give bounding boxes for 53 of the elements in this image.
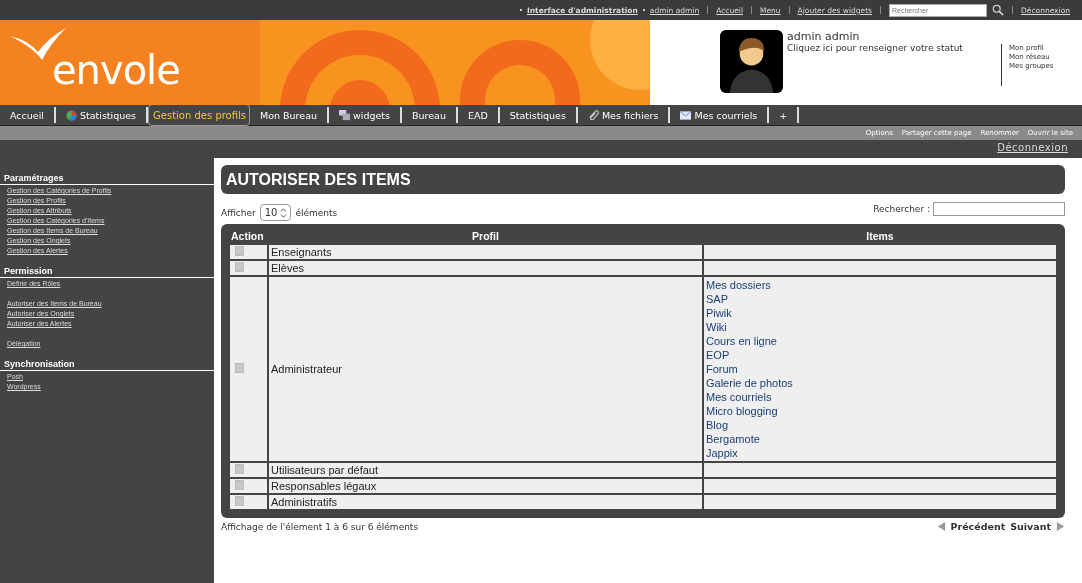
nav-tab[interactable]: Mes courriels bbox=[670, 107, 770, 123]
item-text: Blog bbox=[706, 418, 730, 432]
nav-tab[interactable]: Statistiques bbox=[499, 107, 578, 123]
item-text: Jappix bbox=[706, 446, 739, 460]
table-cell: Administrateur bbox=[268, 276, 703, 462]
nav-tab[interactable]: Mes fichiers bbox=[577, 107, 671, 123]
avatar-icon bbox=[720, 30, 783, 93]
nav-tab[interactable]: EAD bbox=[457, 107, 500, 123]
nav-tab[interactable]: + bbox=[769, 107, 800, 123]
status-link[interactable]: Cliquez ici pour renseigner votre statut bbox=[787, 43, 997, 53]
spinner-icon bbox=[280, 207, 288, 218]
item-text: Galerie de photos bbox=[706, 376, 794, 390]
envelope-icon bbox=[680, 109, 692, 121]
nav-tab[interactable]: widgets bbox=[329, 107, 402, 123]
next-icon[interactable] bbox=[1056, 522, 1065, 531]
user-name: admin admin bbox=[787, 30, 861, 43]
previous-icon[interactable] bbox=[936, 522, 946, 531]
nav-tab[interactable]: Bureau bbox=[402, 107, 458, 123]
previous-link[interactable]: Précédent bbox=[950, 521, 1006, 532]
pie-chart-icon bbox=[65, 109, 77, 121]
page-title: AUTORISER DES ITEMS bbox=[221, 165, 1065, 194]
item-text: EOP bbox=[706, 348, 731, 362]
item-text: Micro blogging bbox=[706, 404, 779, 418]
page-size-select[interactable]: 10 bbox=[259, 204, 292, 221]
column-header: Profil bbox=[471, 230, 500, 244]
length-label: éléments bbox=[295, 207, 338, 218]
item-text: SAP bbox=[706, 292, 729, 306]
sidebar-heading: Permission bbox=[0, 266, 214, 278]
nav-tab[interactable]: Mon Bureau bbox=[250, 107, 329, 123]
item-text: Mes courriels bbox=[706, 390, 773, 404]
table-info: Affichage de l'élement 1 à 6 sur 6 éléments bbox=[221, 521, 419, 532]
sidebar-heading: Synchronisation bbox=[0, 359, 214, 371]
item-text: Mes dossiers bbox=[706, 278, 772, 292]
paperclip-icon bbox=[587, 109, 599, 121]
search-icon[interactable] bbox=[992, 4, 1005, 16]
item-text: Piwik bbox=[706, 306, 733, 320]
nav-tab[interactable]: Accueil bbox=[0, 107, 56, 123]
item-text: Wiki bbox=[706, 320, 728, 334]
windows-icon bbox=[339, 109, 350, 121]
length-label: Afficher bbox=[221, 207, 256, 218]
sidebar-heading: Paramétrages bbox=[0, 173, 214, 185]
edit-icon[interactable] bbox=[235, 363, 244, 373]
column-header: Items bbox=[865, 230, 895, 244]
column-header: Action bbox=[230, 230, 265, 244]
logo-text: envole bbox=[52, 50, 180, 90]
nav-tab[interactable]: Statistiques bbox=[55, 107, 149, 123]
filter-field[interactable] bbox=[933, 202, 1065, 216]
filter-label: Rechercher : bbox=[873, 204, 930, 214]
table-cell: Enseignants bbox=[268, 244, 703, 260]
next-link[interactable]: Suivant bbox=[1010, 521, 1051, 532]
item-text: Cours en ligne bbox=[706, 334, 778, 348]
item-text: Forum bbox=[706, 362, 739, 376]
item-text: Bergamote bbox=[706, 432, 761, 446]
